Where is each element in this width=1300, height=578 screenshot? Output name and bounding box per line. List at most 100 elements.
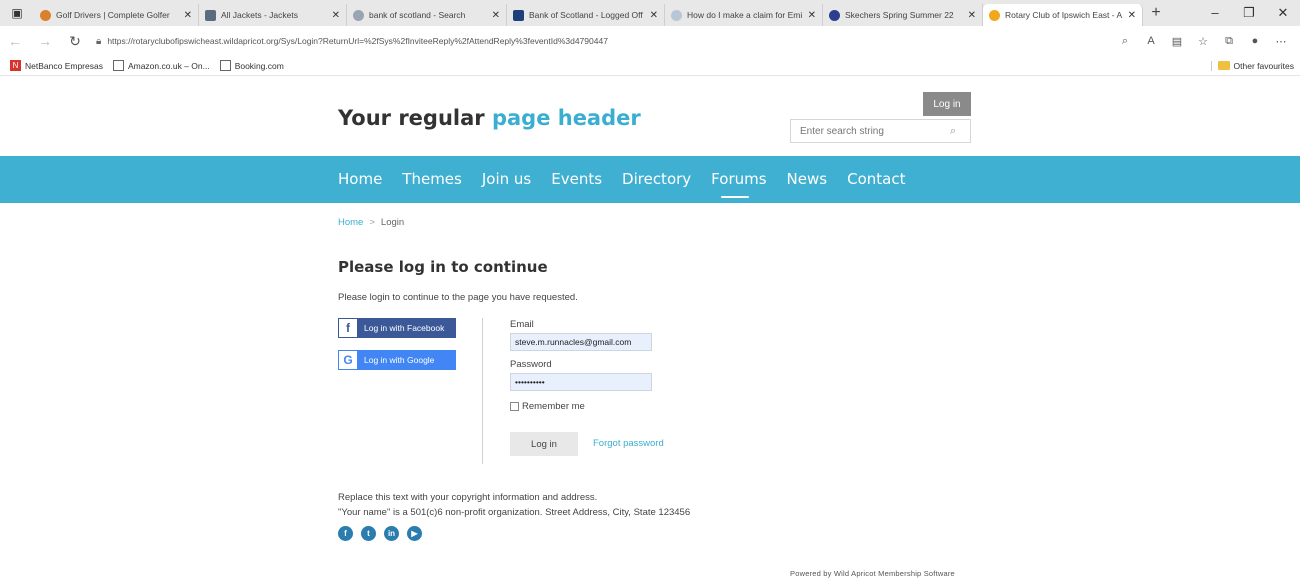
favourites-icon[interactable]: ☆ <box>1190 35 1216 48</box>
url-field[interactable]: 🔒︎ https://rotaryclubofipswicheast.wilda… <box>90 30 1112 52</box>
site-title: Your regular page header <box>338 106 641 130</box>
other-favourites[interactable]: Other favourites <box>1210 60 1294 71</box>
read-aloud-icon[interactable]: A <box>1138 35 1164 48</box>
powered-by[interactable]: Powered by Wild Apricot Membership Softw… <box>790 569 955 578</box>
browser-tab-active[interactable]: Rotary Club of Ipswich East - A ✕ <box>983 4 1143 26</box>
tab-label: Skechers Spring Summer 22 <box>845 10 954 20</box>
header-login-button[interactable]: Log in <box>923 92 971 116</box>
forward-icon[interactable]: → <box>30 33 60 49</box>
favourite-item[interactable]: N NetBanco Empresas <box>10 60 103 71</box>
password-field[interactable] <box>510 373 652 391</box>
google-login-button[interactable]: G Log in with Google <box>338 350 456 370</box>
browser-tab[interactable]: bank of scotland - Search ✕ <box>347 4 507 26</box>
email-label: Email <box>510 319 534 330</box>
address-bar-icons: ⌕ A ▤ ☆ ⧉ ● ⋯ <box>1112 35 1294 48</box>
collections-icon[interactable]: ⧉ <box>1216 35 1242 48</box>
login-intro: Please login to continue to the page you… <box>338 292 578 303</box>
new-tab-icon[interactable]: + <box>1143 4 1169 22</box>
breadcrumb-home[interactable]: Home <box>338 217 363 228</box>
lock-icon: 🔒︎ <box>96 35 102 47</box>
close-icon[interactable]: ✕ <box>808 10 816 21</box>
tab-label: bank of scotland - Search <box>369 10 466 20</box>
favourite-item[interactable]: Booking.com <box>219 60 284 71</box>
other-favourites-label: Other favourites <box>1233 60 1294 71</box>
favourites-bar: N NetBanco Empresas Amazon.co.uk – On...… <box>0 56 1300 76</box>
restore-icon[interactable]: ❐ <box>1232 5 1266 21</box>
help-icon <box>671 9 682 21</box>
facebook-icon[interactable]: f <box>338 526 353 541</box>
youtube-icon[interactable]: ▶ <box>407 526 422 541</box>
twitter-icon[interactable]: t <box>361 526 376 541</box>
search-icon[interactable]: ⌕ <box>950 125 956 138</box>
nav-forums[interactable]: Forums <box>711 170 767 198</box>
forgot-password-link[interactable]: Forgot password <box>593 438 664 449</box>
tab-label: Rotary Club of Ipswich East - A <box>1005 10 1123 20</box>
bank-icon <box>513 9 524 21</box>
browser-tab[interactable]: How do I make a claim for Emi ✕ <box>665 4 823 26</box>
folder-icon <box>1217 61 1230 70</box>
golf-icon <box>40 9 51 21</box>
nav-join-us[interactable]: Join us <box>482 170 531 188</box>
zoom-icon[interactable]: ⌕ <box>1112 35 1138 48</box>
page-icon <box>112 60 124 71</box>
favourite-item[interactable]: Amazon.co.uk – On... <box>112 60 210 71</box>
page-icon <box>205 9 216 21</box>
close-icon[interactable]: ✕ <box>492 10 500 21</box>
tab-label: All Jackets - Jackets <box>221 10 298 20</box>
browser-tab[interactable]: All Jackets - Jackets ✕ <box>199 4 347 26</box>
profile-icon[interactable]: ● <box>1242 35 1268 48</box>
nav-events[interactable]: Events <box>551 170 602 188</box>
close-icon[interactable]: ✕ <box>650 10 658 21</box>
site-title-main: Your regular <box>338 106 492 130</box>
email-field[interactable] <box>510 333 652 351</box>
facebook-login-label: Log in with Facebook <box>364 323 445 333</box>
rotary-icon <box>989 9 1000 21</box>
refresh-icon[interactable]: ↻ <box>60 33 90 50</box>
page-icon <box>219 60 231 71</box>
tab-label: Golf Drivers | Complete Golfer <box>56 10 170 20</box>
reading-view-icon[interactable]: ▤ <box>1164 35 1190 48</box>
netbanco-icon: N <box>10 60 21 71</box>
nav-contact[interactable]: Contact <box>847 170 905 188</box>
nav-directory[interactable]: Directory <box>622 170 691 188</box>
minimize-icon[interactable]: – <box>1198 5 1232 21</box>
remember-label: Remember me <box>522 401 585 412</box>
remember-me[interactable]: Remember me <box>510 401 585 412</box>
url-text: https://rotaryclubofipswicheast.wildapri… <box>107 36 608 46</box>
nav-news[interactable]: News <box>787 170 828 188</box>
footer-copyright: Replace this text with your copyright in… <box>338 492 598 503</box>
password-label: Password <box>510 359 552 370</box>
linkedin-icon[interactable]: in <box>384 526 399 541</box>
browser-tab[interactable]: Skechers Spring Summer 22 ✕ <box>823 4 983 26</box>
nav-themes[interactable]: Themes <box>402 170 462 188</box>
search-input[interactable] <box>800 125 950 137</box>
close-icon[interactable]: ✕ <box>332 10 340 21</box>
breadcrumb-separator: > <box>369 217 375 228</box>
close-icon[interactable]: ✕ <box>1128 10 1136 21</box>
close-window-icon[interactable]: ✕ <box>1266 5 1300 21</box>
more-icon[interactable]: ⋯ <box>1268 35 1294 48</box>
page-content: Your regular page header Log in ⌕ Home T… <box>0 76 1300 578</box>
close-icon[interactable]: ✕ <box>184 10 192 21</box>
close-icon[interactable]: ✕ <box>968 10 976 21</box>
browser-tab-strip: ▣ Golf Drivers | Complete Golfer ✕ All J… <box>0 0 1300 26</box>
browser-tab[interactable]: Golf Drivers | Complete Golfer ✕ <box>34 4 199 26</box>
favourite-label: Booking.com <box>234 60 284 71</box>
tab-actions-icon[interactable]: ▣ <box>0 0 34 26</box>
footer-organization: "Your name" is a 501(c)6 non-profit orga… <box>338 507 691 518</box>
breadcrumb: Home > Login <box>338 217 404 228</box>
breadcrumb-current: Login <box>380 217 405 228</box>
address-bar-row: ← → ↻ 🔒︎ https://rotaryclubofipswicheast… <box>0 26 1300 56</box>
page-title: Please log in to continue <box>338 258 548 276</box>
facebook-login-button[interactable]: f Log in with Facebook <box>338 318 456 338</box>
nav-home[interactable]: Home <box>338 170 382 188</box>
window-controls: – ❐ ✕ <box>1198 5 1300 21</box>
browser-tab[interactable]: Bank of Scotland - Logged Off ✕ <box>507 4 665 26</box>
favourite-label: NetBanco Empresas <box>25 60 103 71</box>
back-icon[interactable]: ← <box>0 33 30 49</box>
footer-social-icons: f t in ▶ <box>338 526 430 541</box>
tab-label: How do I make a claim for Emi <box>687 10 803 20</box>
login-submit-button[interactable]: Log in <box>510 432 578 456</box>
remember-checkbox[interactable] <box>510 402 519 411</box>
search-icon <box>353 9 364 21</box>
